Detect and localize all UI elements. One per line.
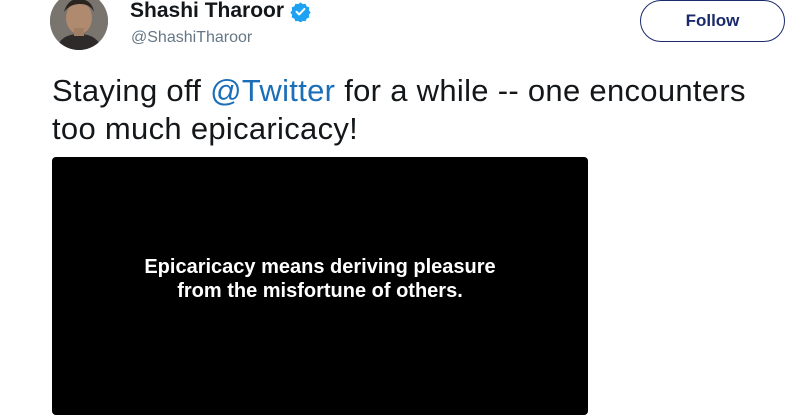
tweet-text-before: Staying off xyxy=(52,73,211,108)
follow-button[interactable]: Follow xyxy=(640,0,785,42)
user-display-name[interactable]: Shashi Tharoor xyxy=(130,0,311,23)
media-caption: Epicaricacy means deriving pleasure from… xyxy=(52,255,588,303)
profile-photo-icon xyxy=(50,0,108,50)
mention-link[interactable]: @Twitter xyxy=(210,73,335,108)
media-caption-line-1: Epicaricacy means deriving pleasure xyxy=(144,256,496,278)
user-handle[interactable]: @ShashiTharoor xyxy=(131,29,252,47)
tweet-media[interactable]: Epicaricacy means deriving pleasure from… xyxy=(52,157,588,415)
media-caption-line-2: from the misfortune of others. xyxy=(177,280,463,302)
verified-badge-icon xyxy=(290,1,311,22)
avatar[interactable] xyxy=(50,0,108,50)
display-name-text: Shashi Tharoor xyxy=(130,0,285,22)
tweet-text: Staying off @Twitter for a while -- one … xyxy=(52,72,772,148)
